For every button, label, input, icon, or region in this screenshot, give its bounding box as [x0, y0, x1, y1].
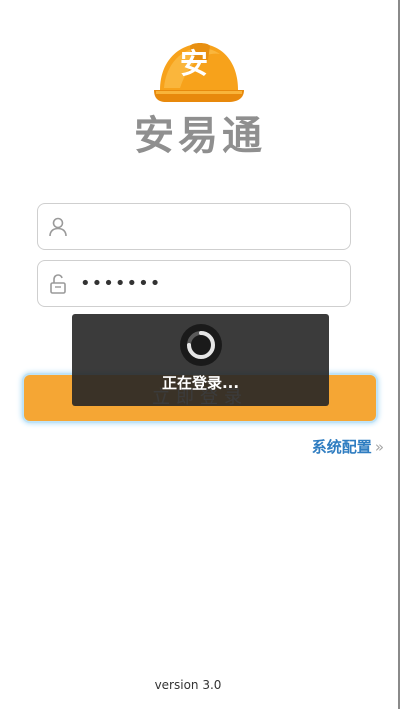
version-label: version 3.0 — [154, 678, 222, 692]
system-config-link[interactable]: 系统配置» — [312, 436, 384, 458]
username-field[interactable] — [37, 203, 351, 250]
unlock-icon — [50, 274, 66, 294]
system-config-label: 系统配置 — [311, 438, 372, 456]
spinner-icon — [180, 324, 222, 366]
login-screen: 安 安易通 ••••••• 立即登录 系统配置» 正在登录... version… — [0, 0, 400, 709]
password-value: ••••••• — [80, 273, 162, 294]
double-chevron-right-icon: » — [374, 438, 384, 456]
loading-toast: 正在登录... — [72, 314, 329, 406]
password-field[interactable]: ••••••• — [37, 260, 351, 307]
loading-text: 正在登录... — [161, 374, 240, 392]
app-title: 安易通 — [134, 113, 266, 159]
logo-character: 安 — [179, 47, 208, 80]
user-icon — [49, 217, 67, 237]
